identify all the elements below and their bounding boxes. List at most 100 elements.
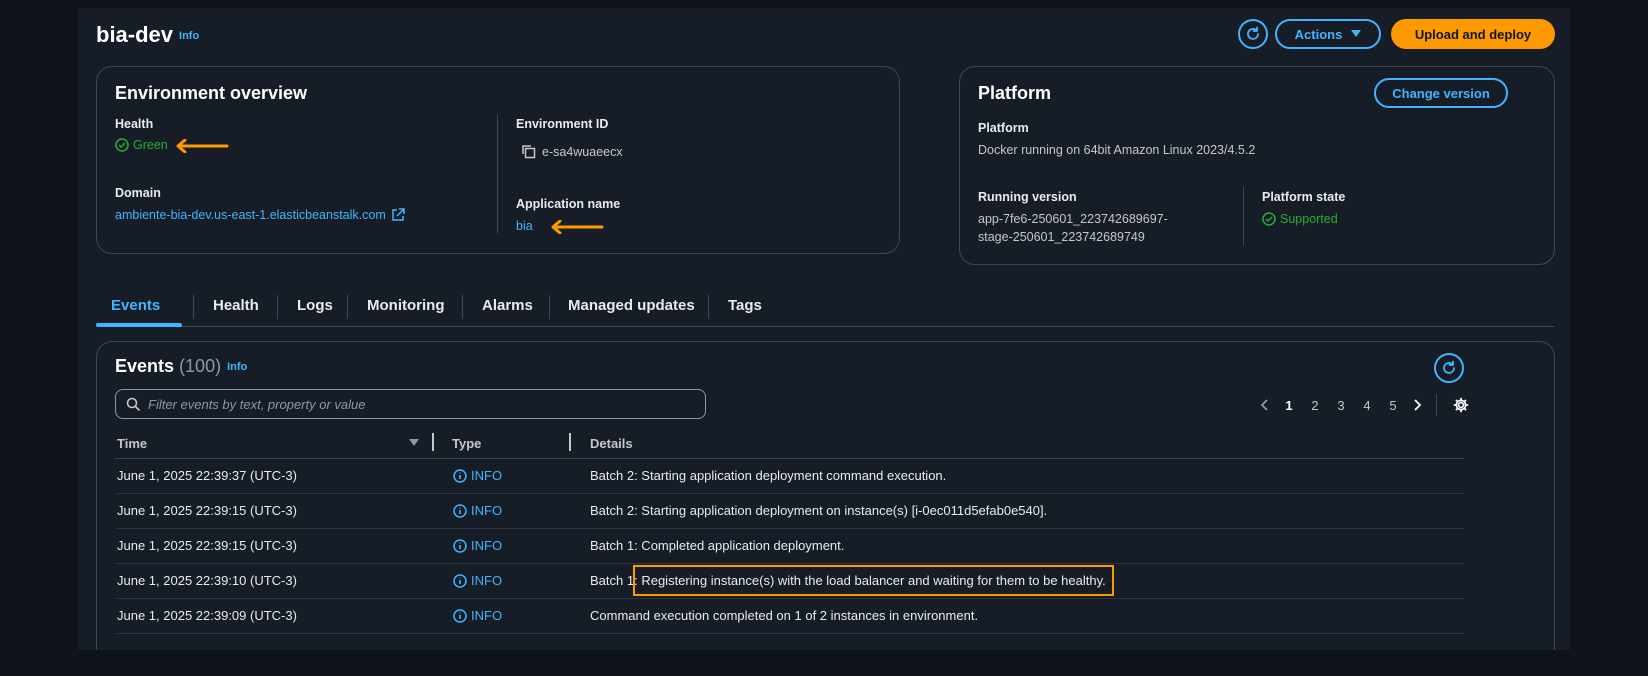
- tab-alarms[interactable]: Alarms: [482, 283, 533, 327]
- chevron-left-icon: [1260, 399, 1268, 411]
- events-card: Events (100) Info 1 2 3 4 5: [96, 341, 1555, 650]
- highlighted-event-details: Registering instance(s) with the load ba…: [633, 565, 1114, 596]
- table-row: June 1, 2025 22:39:15 (UTC-3) INFO Batch…: [115, 494, 1464, 529]
- event-type: INFO: [453, 608, 502, 623]
- search-icon: [126, 397, 140, 411]
- event-time: June 1, 2025 22:39:37 (UTC-3): [117, 468, 297, 483]
- annotation-arrow-icon: [551, 220, 604, 234]
- domain-link[interactable]: ambiente-bia-dev.us-east-1.elasticbeanst…: [115, 208, 405, 222]
- tab-managed-updates[interactable]: Managed updates: [568, 283, 695, 327]
- health-status: Green: [115, 138, 168, 152]
- environment-id-label: Environment ID: [516, 117, 609, 131]
- tab-logs[interactable]: Logs: [297, 283, 333, 327]
- info-circle-icon: [453, 573, 467, 588]
- event-type: INFO: [453, 468, 502, 483]
- tab-separator: [708, 295, 709, 319]
- event-time: June 1, 2025 22:39:15 (UTC-3): [117, 538, 297, 553]
- actions-dropdown-button[interactable]: Actions: [1275, 19, 1381, 49]
- info-link[interactable]: Info: [227, 361, 247, 373]
- page-4[interactable]: 4: [1354, 398, 1380, 413]
- table-row: June 1, 2025 22:39:15 (UTC-3) INFO Batch…: [115, 529, 1464, 564]
- event-details: Batch 2: Starting application deployment…: [590, 468, 947, 483]
- copy-icon[interactable]: [521, 144, 536, 159]
- info-link[interactable]: Info: [179, 30, 199, 42]
- tab-health[interactable]: Health: [213, 283, 259, 327]
- event-details: Batch 2: Starting application deployment…: [590, 503, 1048, 518]
- event-type-label: INFO: [471, 468, 503, 483]
- column-divider: [1243, 187, 1244, 245]
- sort-descending-icon[interactable]: [409, 439, 419, 447]
- previous-page-button[interactable]: [1252, 399, 1276, 411]
- info-circle-icon: [453, 538, 467, 553]
- column-divider: [497, 115, 498, 233]
- event-time: June 1, 2025 22:39:09 (UTC-3): [117, 608, 297, 623]
- running-version-label: Running version: [978, 190, 1077, 204]
- events-count: (100): [179, 356, 222, 376]
- column-header-time[interactable]: Time: [117, 436, 147, 451]
- tab-separator: [347, 295, 348, 319]
- platform-card: Platform Change version Platform Docker …: [959, 66, 1555, 265]
- info-circle-icon: [453, 608, 467, 623]
- info-circle-icon: [453, 468, 467, 483]
- page-3[interactable]: 3: [1328, 398, 1354, 413]
- table-row: June 1, 2025 22:39:10 (UTC-3) INFO Batch…: [115, 564, 1464, 599]
- event-type-label: INFO: [471, 538, 503, 553]
- annotation-arrow-icon: [176, 139, 229, 153]
- domain-label: Domain: [115, 186, 161, 200]
- environment-id-value: e-sa4wuaeecx: [542, 144, 623, 159]
- event-details: Batch 1: Completed application deploymen…: [590, 538, 845, 553]
- refresh-button[interactable]: [1238, 19, 1268, 49]
- column-header-details[interactable]: Details: [590, 436, 633, 451]
- check-circle-icon: [115, 138, 129, 152]
- health-label: Health: [115, 117, 154, 131]
- tab-separator: [193, 295, 194, 319]
- tab-tags[interactable]: Tags: [728, 283, 762, 327]
- page-1[interactable]: 1: [1276, 398, 1302, 413]
- page-5[interactable]: 5: [1380, 398, 1406, 413]
- chevron-right-icon: [1414, 399, 1422, 411]
- environment-overview-card: Environment overview Health Green Domain…: [96, 66, 900, 254]
- platform-state-value: Supported: [1280, 212, 1338, 226]
- events-title: Events (100) Info: [115, 356, 247, 377]
- column-resize-handle[interactable]: [432, 433, 434, 451]
- event-type: INFO: [453, 503, 502, 518]
- search-input[interactable]: [148, 396, 668, 412]
- pager-separator: [1436, 394, 1437, 416]
- preferences-button[interactable]: [1449, 397, 1473, 413]
- column-resize-handle[interactable]: [569, 433, 571, 451]
- event-details: Batch 1: Registering instance(s) with th…: [590, 565, 1114, 596]
- running-version-line2: stage-250601_223742689749: [978, 230, 1145, 244]
- tab-separator: [277, 295, 278, 319]
- event-type: INFO: [453, 573, 502, 588]
- refresh-events-button[interactable]: [1434, 353, 1464, 383]
- platform-state-label: Platform state: [1262, 190, 1346, 204]
- page-2[interactable]: 2: [1302, 398, 1328, 413]
- tab-monitoring[interactable]: Monitoring: [367, 283, 444, 327]
- environment-id: e-sa4wuaeecx: [521, 144, 623, 159]
- tab-separator: [462, 295, 463, 319]
- platform-state: Supported: [1262, 212, 1338, 226]
- column-header-type[interactable]: Type: [452, 436, 481, 451]
- actions-label: Actions: [1294, 26, 1343, 42]
- console-frame: bia-dev Info Actions Upload and deploy En…: [78, 8, 1570, 650]
- application-name-link[interactable]: bia: [516, 219, 533, 233]
- page-title: bia-dev Info: [96, 22, 199, 48]
- tab-events[interactable]: Events: [111, 283, 160, 327]
- next-page-button[interactable]: [1406, 399, 1430, 411]
- domain-value: ambiente-bia-dev.us-east-1.elasticbeanst…: [115, 208, 386, 222]
- info-circle-icon: [453, 503, 467, 518]
- check-circle-icon: [1262, 212, 1276, 226]
- event-type-label: INFO: [471, 573, 503, 588]
- pagination: 1 2 3 4 5: [1252, 394, 1473, 416]
- gear-icon: [1453, 397, 1469, 413]
- tab-separator: [549, 295, 550, 319]
- running-version-line1: app-7fe6-250601_223742689697-: [978, 212, 1168, 226]
- event-time: June 1, 2025 22:39:15 (UTC-3): [117, 503, 297, 518]
- upload-and-deploy-button[interactable]: Upload and deploy: [1391, 19, 1555, 49]
- event-details: Command execution completed on 1 of 2 in…: [590, 608, 979, 623]
- filter-events-search[interactable]: [115, 389, 706, 419]
- caret-down-icon: [1351, 30, 1362, 37]
- platform-value: Docker running on 64bit Amazon Linux 202…: [978, 143, 1256, 157]
- event-details-prefix: Batch 1:: [590, 573, 638, 588]
- change-version-button[interactable]: Change version: [1374, 78, 1508, 108]
